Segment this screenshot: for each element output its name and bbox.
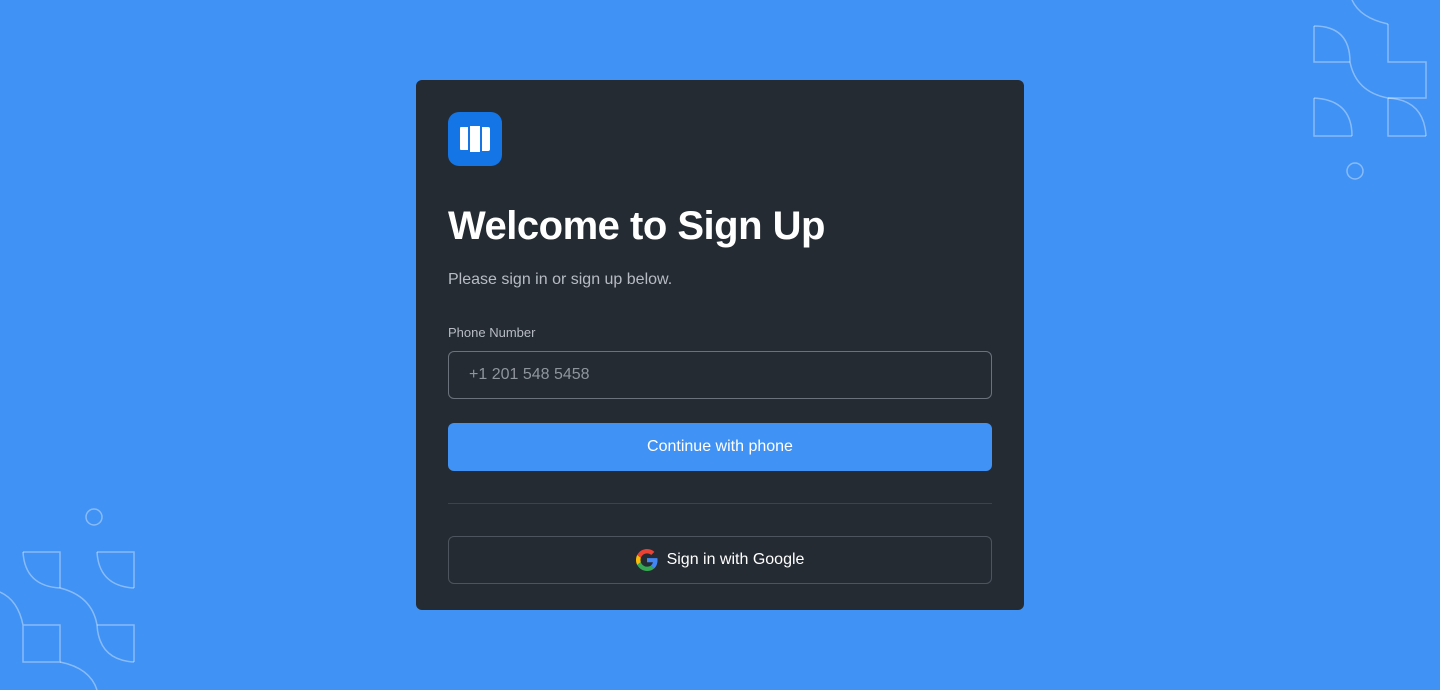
phone-number-input[interactable] bbox=[448, 351, 992, 399]
google-button-label: Sign in with Google bbox=[666, 551, 805, 568]
continue-with-phone-button[interactable]: Continue with phone bbox=[448, 423, 992, 471]
decorative-pattern-top-right bbox=[1313, 0, 1427, 180]
google-icon bbox=[635, 549, 658, 571]
page-subtitle: Please sign in or sign up below. bbox=[448, 271, 673, 288]
decorative-pattern-bottom-left bbox=[0, 508, 135, 690]
page-title: Welcome to Sign Up bbox=[448, 204, 825, 248]
phone-number-label: Phone Number bbox=[448, 325, 536, 340]
sign-in-with-google-button[interactable]: Sign in with Google bbox=[448, 536, 992, 584]
divider bbox=[448, 503, 992, 504]
app-logo-icon bbox=[448, 112, 502, 166]
signup-card: Welcome to Sign Up Please sign in or sig… bbox=[416, 80, 1024, 610]
